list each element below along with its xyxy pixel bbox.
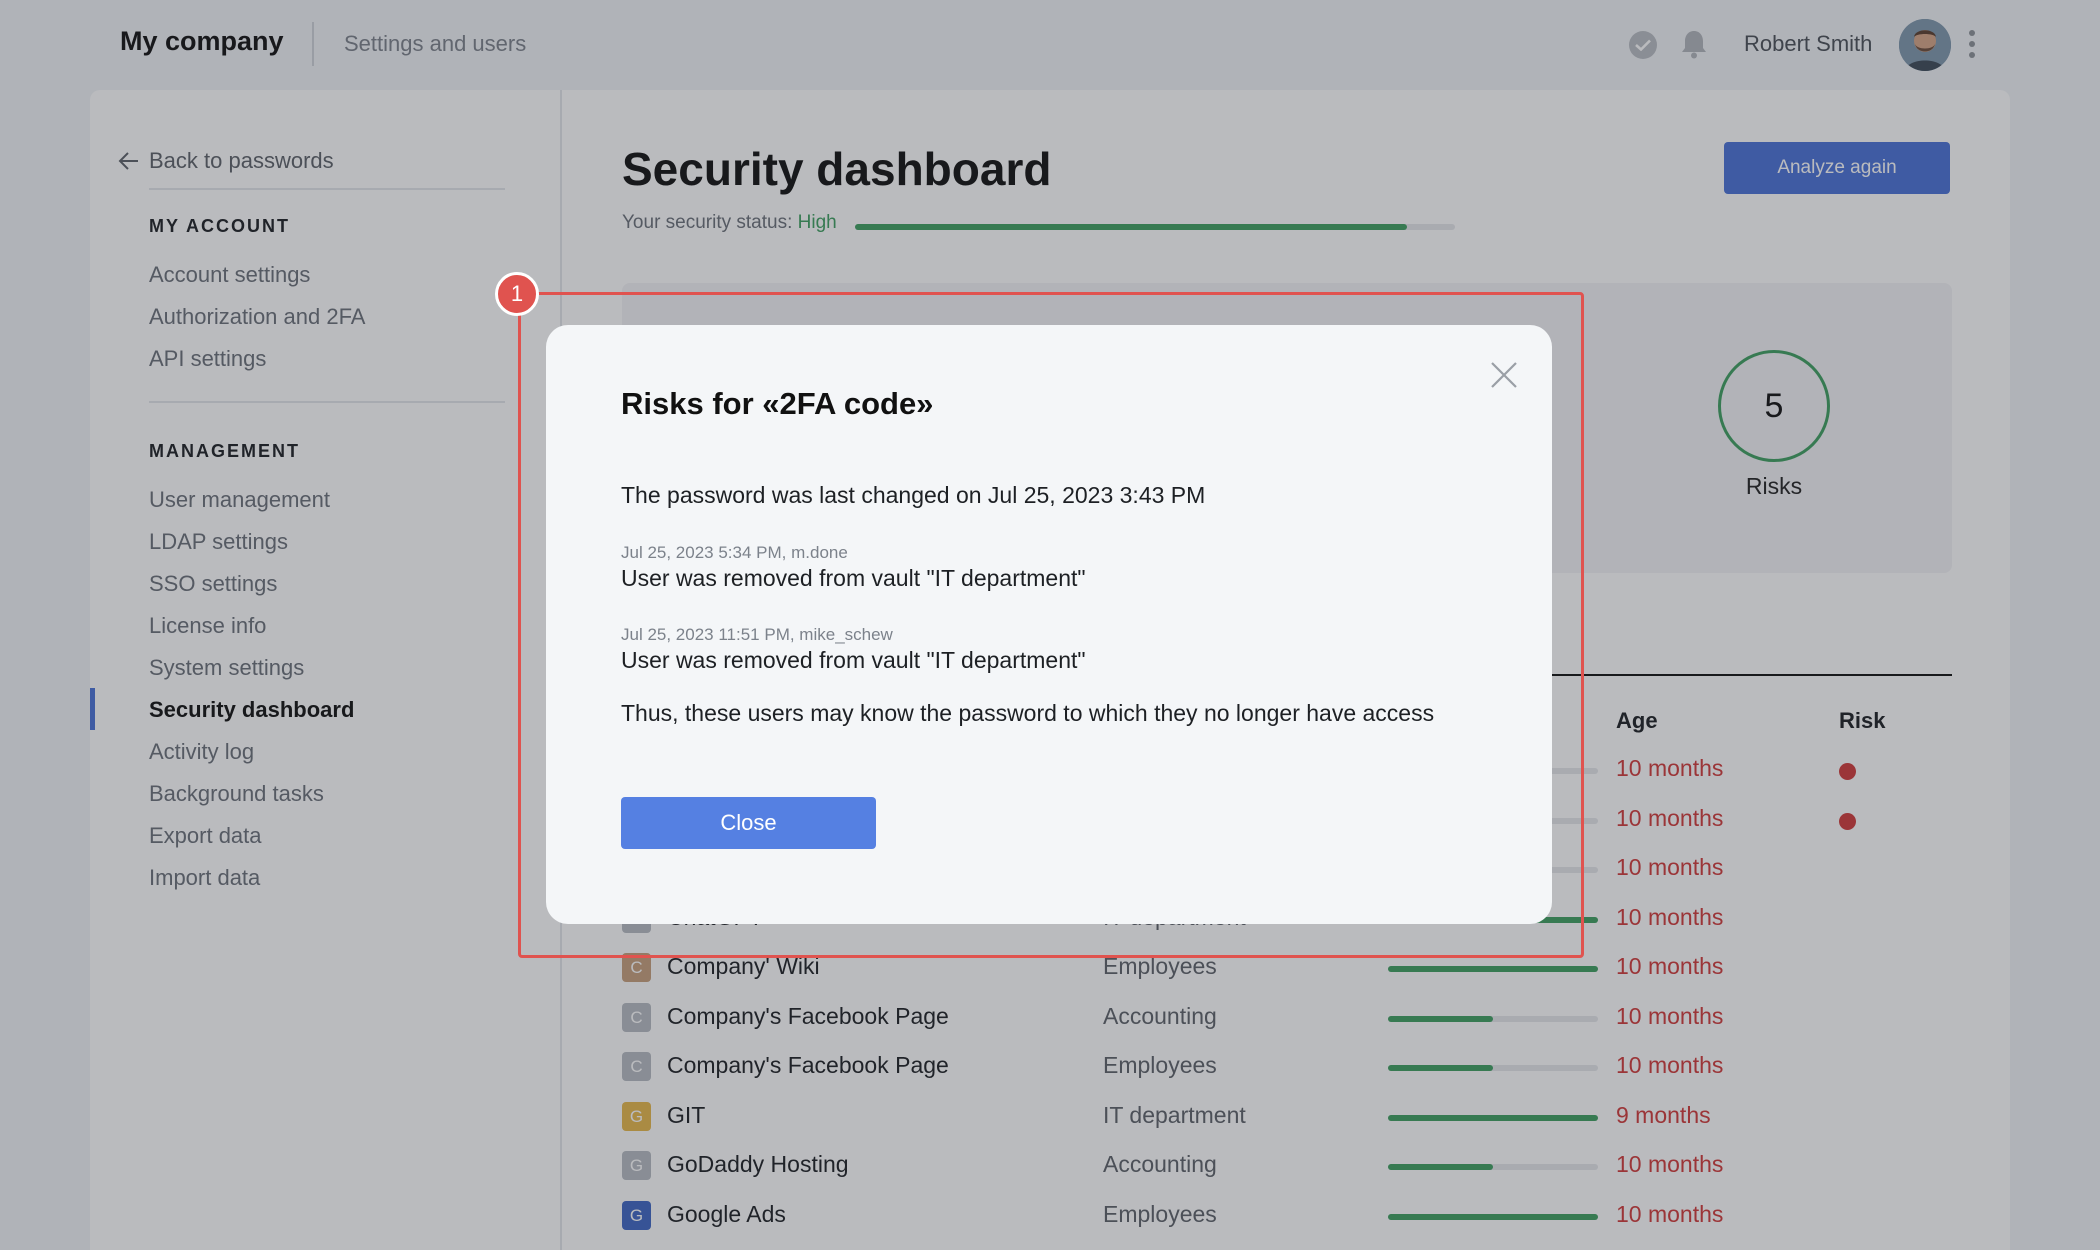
event-text: User was removed from vault "IT departme…: [621, 565, 1086, 591]
event-text: User was removed from vault "IT departme…: [621, 647, 1086, 673]
close-icon[interactable]: [1488, 359, 1520, 391]
modal-title: Risks for «2FA code»: [621, 386, 934, 421]
last-changed-text: The password was last changed on Jul 25,…: [621, 482, 1206, 508]
event-meta: Jul 25, 2023 5:34 PM, m.done: [621, 543, 848, 562]
risks-modal: Risks for «2FA code» The password was la…: [546, 325, 1552, 924]
event-meta: Jul 25, 2023 11:51 PM, mike_schew: [621, 625, 893, 644]
close-button[interactable]: Close: [621, 797, 876, 849]
annotation-marker: 1: [495, 272, 539, 316]
conclusion-text: Thus, these users may know the password …: [621, 700, 1435, 726]
